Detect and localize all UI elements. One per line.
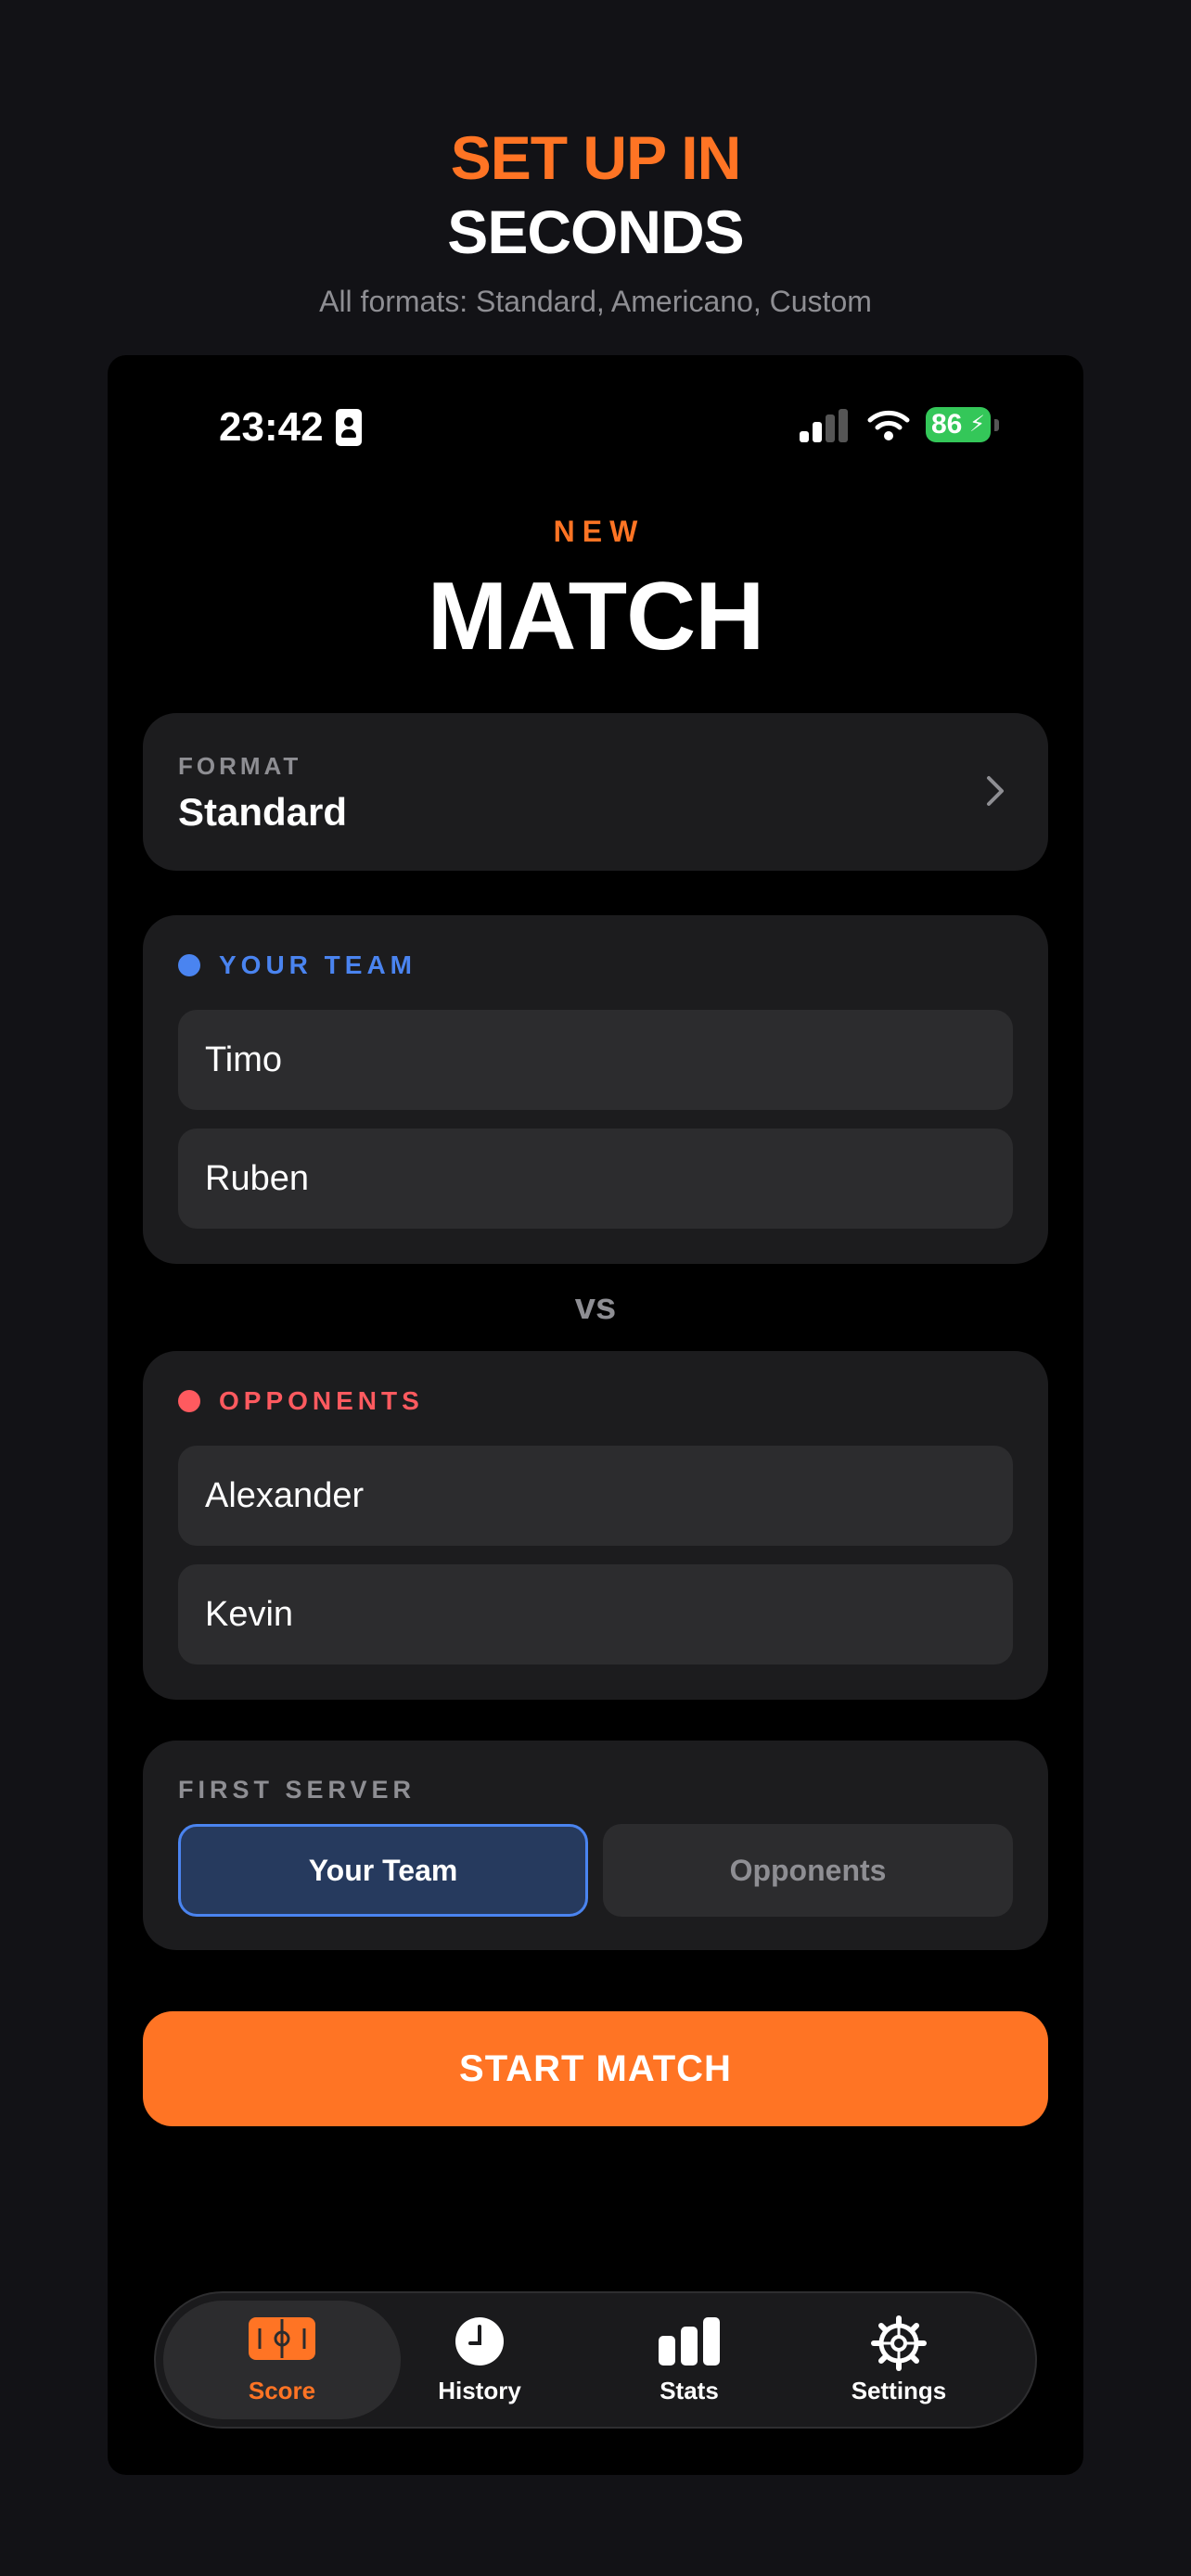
- status-bar: 23:42 86 ⚡: [108, 355, 1083, 466]
- promo-headline-accent: SET UP IN: [450, 123, 742, 192]
- format-label: FORMAT: [178, 752, 302, 780]
- phone-screen: 23:42 86 ⚡ NEW MATCH FORMAT Standard YOU…: [108, 355, 1083, 2475]
- promo-subtitle: All formats: Standard, Americano, Custom: [319, 285, 872, 318]
- tab-history-label: History: [438, 2377, 521, 2404]
- opponent-color-dot: [178, 1390, 200, 1412]
- your-team-label: YOUR TEAM: [219, 950, 416, 979]
- page-title: MATCH: [427, 563, 765, 670]
- gear-icon: [871, 2315, 927, 2371]
- opponent-player-1-input[interactable]: Alexander: [178, 1446, 1013, 1546]
- charging-bolt-icon: ⚡: [969, 412, 985, 437]
- battery-level: 86: [931, 409, 963, 440]
- versus-label: vs: [574, 1286, 617, 1327]
- opponents-header: OPPONENTS: [178, 1384, 424, 1418]
- cellular-signal-icon: [800, 409, 848, 442]
- opponents-label: OPPONENTS: [219, 1386, 424, 1415]
- tab-stats-label: Stats: [660, 2377, 719, 2404]
- start-match-button[interactable]: START MATCH: [143, 2011, 1048, 2126]
- opponents-card: OPPONENTS Alexander Kevin: [143, 1351, 1048, 1700]
- tab-history[interactable]: History: [375, 2301, 584, 2419]
- tab-score[interactable]: Score: [163, 2301, 401, 2419]
- team-color-dot: [178, 954, 200, 976]
- format-selector[interactable]: FORMAT Standard: [143, 713, 1048, 871]
- chevron-right-icon: [987, 776, 1004, 806]
- promo-headline: SECONDS: [447, 198, 744, 266]
- bar-chart-icon: [659, 2317, 720, 2366]
- opponent-player-2-input[interactable]: Kevin: [178, 1564, 1013, 1664]
- first-server-label: FIRST SERVER: [178, 1776, 416, 1804]
- battery-icon: 86 ⚡: [926, 407, 991, 442]
- tab-settings-label: Settings: [851, 2377, 947, 2404]
- first-server-card: FIRST SERVER Your Team Opponents: [143, 1741, 1048, 1950]
- your-team-player-1-input[interactable]: Timo: [178, 1010, 1013, 1110]
- tab-bar: Score History Stats Settings: [154, 2291, 1037, 2429]
- your-team-header: YOUR TEAM: [178, 949, 416, 982]
- first-server-opponents-button[interactable]: Opponents: [603, 1824, 1013, 1917]
- status-time: 23:42: [219, 404, 324, 450]
- court-icon: [249, 2317, 315, 2360]
- your-team-player-2-input[interactable]: Ruben: [178, 1129, 1013, 1229]
- format-value: Standard: [178, 790, 348, 834]
- tab-stats[interactable]: Stats: [584, 2301, 794, 2419]
- wifi-icon: [867, 410, 910, 440]
- header-eyebrow: NEW: [553, 515, 646, 548]
- first-server-your-team-button[interactable]: Your Team: [178, 1824, 588, 1917]
- your-team-card: YOUR TEAM Timo Ruben: [143, 915, 1048, 1264]
- clock-icon: [455, 2317, 504, 2366]
- battery-cap: [994, 419, 999, 431]
- tab-settings[interactable]: Settings: [794, 2301, 1004, 2419]
- contact-card-icon: [336, 409, 362, 446]
- tab-score-label: Score: [248, 2377, 316, 2404]
